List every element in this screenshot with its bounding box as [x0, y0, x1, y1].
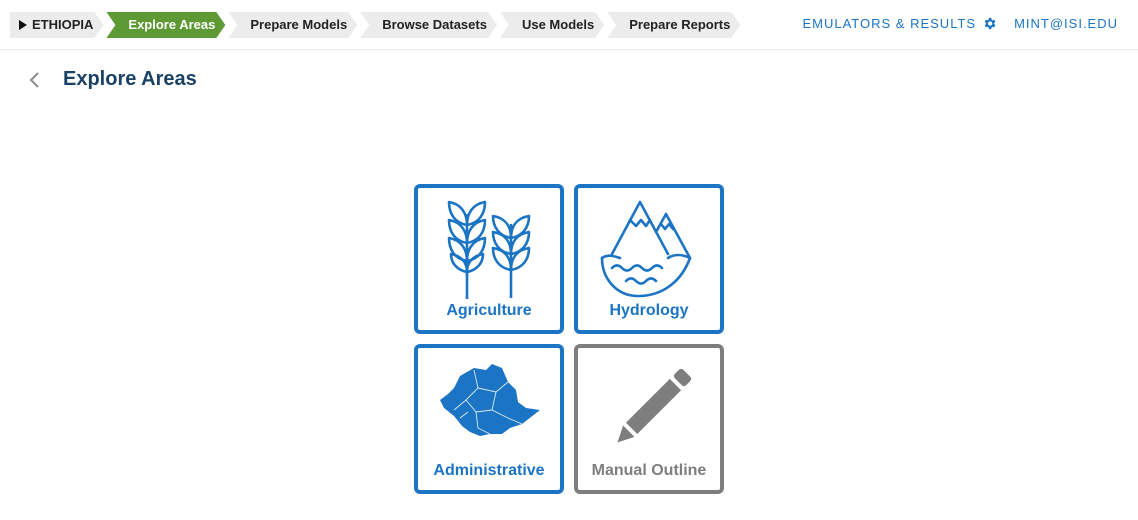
- gear-icon[interactable]: [982, 16, 997, 31]
- manual-outline-tile[interactable]: Manual Outline: [574, 344, 724, 494]
- agriculture-label: Agriculture: [446, 302, 532, 319]
- administrative-label: Administrative: [433, 462, 545, 479]
- breadcrumb-use-models[interactable]: Use Models: [500, 12, 604, 38]
- breadcrumb-explore-areas[interactable]: Explore Areas: [106, 12, 225, 38]
- user-email: MINT@ISI.EDU: [1014, 16, 1118, 31]
- play-icon: [19, 20, 27, 30]
- manual-outline-label: Manual Outline: [591, 462, 707, 479]
- user-account-link[interactable]: MINT@ISI.EDU: [1014, 16, 1118, 31]
- breadcrumb-label: Prepare Models: [250, 17, 348, 32]
- area-type-grid: Agriculture Hydrology Administrative Man…: [414, 184, 724, 494]
- emulators-results-label: EMULATORS & RESULTS: [802, 16, 977, 31]
- chevron-left-icon[interactable]: [27, 70, 43, 90]
- administrative-tile[interactable]: Administrative: [414, 344, 564, 494]
- hydrology-label: Hydrology: [609, 302, 689, 319]
- breadcrumb-label: Prepare Reports: [629, 17, 731, 32]
- page-title: Explore Areas: [63, 68, 197, 90]
- breadcrumb-prepare-models[interactable]: Prepare Models: [228, 12, 357, 38]
- agriculture-tile[interactable]: Agriculture: [414, 184, 564, 334]
- top-links: EMULATORS & RESULTS MINT@ISI.EDU: [802, 16, 1118, 31]
- top-navigation-bar: ETHIOPIA Explore Areas Prepare Models Br…: [0, 0, 1138, 50]
- breadcrumb-region-label: ETHIOPIA: [32, 17, 94, 32]
- breadcrumb-label: Explore Areas: [128, 17, 216, 32]
- breadcrumb-label: Browse Datasets: [382, 17, 487, 32]
- emulators-results-link[interactable]: EMULATORS & RESULTS: [802, 16, 997, 31]
- breadcrumb-region[interactable]: ETHIOPIA: [10, 12, 103, 38]
- breadcrumb-browse-datasets[interactable]: Browse Datasets: [360, 12, 497, 38]
- breadcrumb-label: Use Models: [521, 17, 595, 32]
- breadcrumb: ETHIOPIA Explore Areas Prepare Models Br…: [10, 12, 743, 38]
- breadcrumb-prepare-reports[interactable]: Prepare Reports: [607, 12, 740, 38]
- hydrology-tile[interactable]: Hydrology: [574, 184, 724, 334]
